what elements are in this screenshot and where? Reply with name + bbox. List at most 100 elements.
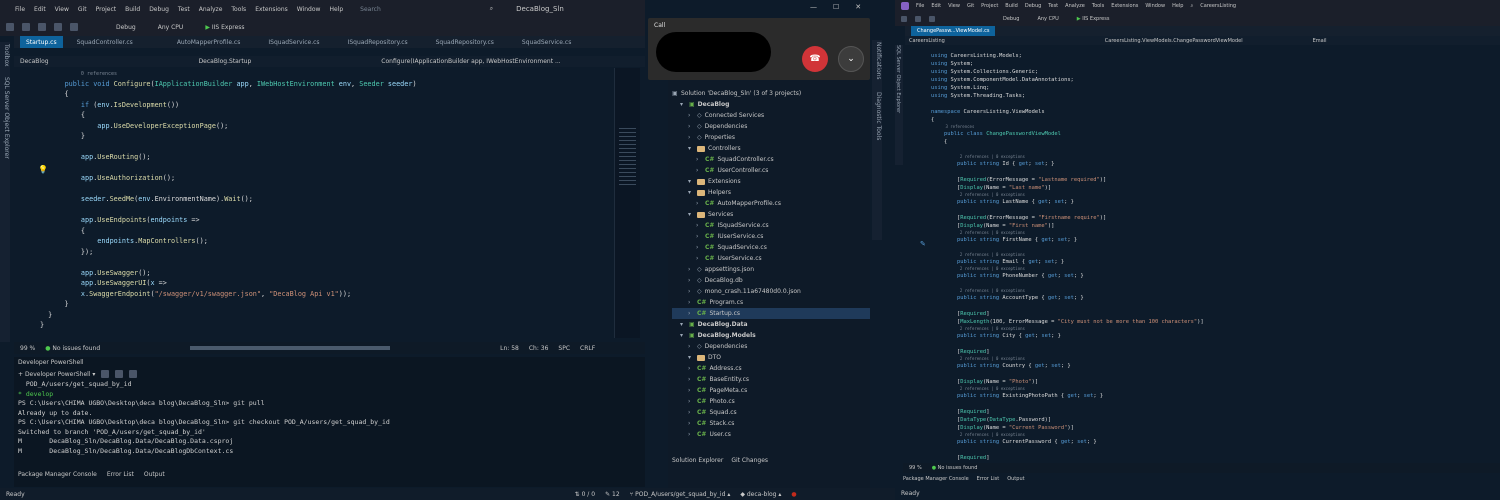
tree-item[interactable]: › C# PageMeta.cs (672, 385, 870, 396)
right-menu-extensions[interactable]: Extensions (1111, 3, 1138, 9)
tree-item[interactable]: › C# UserService.cs (672, 253, 870, 264)
menu-help[interactable]: Help (329, 6, 343, 13)
tree-item[interactable]: › C# IUserService.cs (672, 231, 870, 242)
tree-item[interactable]: ▾ Controllers (672, 143, 870, 154)
right-menu-test[interactable]: Test (1048, 3, 1058, 9)
nav-project-dropdown[interactable]: DecaBlog (20, 58, 49, 65)
right-undo-icon[interactable] (929, 16, 935, 22)
right-menu-edit[interactable]: Edit (931, 3, 941, 9)
tree-item[interactable]: › ◇ mono_crash.11a67480d0.0.json (672, 286, 870, 297)
menu-file[interactable]: File (15, 6, 25, 13)
right-nav-class[interactable]: CareersListing.ViewModels.ChangePassword… (1105, 38, 1243, 44)
tab-automapperprofile[interactable]: AutoMapperProfile.cs (177, 39, 241, 46)
tab-isquadrepository[interactable]: ISquadRepository.cs (348, 39, 408, 46)
notifications-tab[interactable]: Notifications (872, 42, 882, 80)
diagnostic-tools-tab[interactable]: Diagnostic Tools (872, 92, 882, 140)
tab-squadcontroller[interactable]: SquadController.cs (77, 39, 133, 46)
tree-item[interactable]: › ◇ DecaBlog.db (672, 275, 870, 286)
menu-window[interactable]: Window (297, 6, 321, 13)
right-zoom-level[interactable]: 99 % (909, 465, 922, 471)
save-all-icon[interactable] (54, 23, 62, 31)
right-sql-object-explorer-tab[interactable]: SQL Server Object Explorer (895, 45, 901, 113)
save-icon[interactable] (38, 23, 46, 31)
tree-item[interactable]: ▾ ▣ DecaBlog.Models (672, 330, 870, 341)
search-box[interactable]: Search (360, 6, 381, 13)
right-nav-project[interactable]: CareersListing (909, 38, 945, 44)
right-config-dropdown[interactable]: Debug (1003, 16, 1019, 22)
tree-item[interactable]: › C# SquadService.cs (672, 242, 870, 253)
terminal-output[interactable]: POD_A/users/get_squad_by_id * develop PS… (14, 380, 645, 456)
repo-selector[interactable]: ◆ deca-blog ▴ (740, 491, 781, 498)
right-tab-output[interactable]: Output (1007, 476, 1024, 482)
tree-item[interactable]: › C# Stack.cs (672, 418, 870, 429)
tree-item[interactable]: › ◇ Dependencies (672, 341, 870, 352)
right-menu-build[interactable]: Build (1005, 3, 1018, 9)
git-changes-indicator[interactable]: ⇅ 0 / 0 (575, 491, 595, 498)
right-platform-dropdown[interactable]: Any CPU (1037, 16, 1058, 22)
right-nav-member[interactable]: Email (1313, 38, 1327, 44)
right-menu-view[interactable]: View (948, 3, 960, 9)
left-code-editor[interactable]: 0 references public void Configure(IAppl… (40, 68, 600, 340)
right-tab-error-list[interactable]: Error List (977, 476, 1000, 482)
right-search-icon[interactable]: ⌕ (1190, 3, 1193, 9)
tree-item[interactable]: › C# Startup.cs (672, 308, 870, 319)
tree-item[interactable]: › C# Squad.cs (672, 407, 870, 418)
solution-root[interactable]: ▣ Solution 'DecaBlog_Sln' (3 of 3 project… (672, 88, 870, 99)
tab-package-manager-console[interactable]: Package Manager Console (18, 471, 97, 478)
menu-project[interactable]: Project (96, 6, 117, 13)
right-menu-tools[interactable]: Tools (1092, 3, 1104, 9)
issues-indicator[interactable]: ● No issues found (45, 345, 100, 352)
tab-isquadservice[interactable]: ISquadService.cs (268, 39, 319, 46)
tree-item[interactable]: ▾ DTO (672, 352, 870, 363)
menu-edit[interactable]: Edit (34, 6, 46, 13)
right-menu-debug[interactable]: Debug (1025, 3, 1041, 9)
undo-icon[interactable] (70, 23, 78, 31)
menu-test[interactable]: Test (178, 6, 190, 13)
right-issues-indicator[interactable]: ● No issues found (932, 465, 978, 471)
right-menu-window[interactable]: Window (1145, 3, 1165, 9)
end-call-button[interactable]: ☎ (802, 46, 828, 72)
tab-squadrepository[interactable]: SquadRepository.cs (436, 39, 494, 46)
tree-item[interactable]: ▾ Extensions (672, 176, 870, 187)
tab-solution-explorer[interactable]: Solution Explorer (672, 457, 723, 464)
close-icon[interactable]: ✕ (855, 3, 861, 11)
nav-class-dropdown[interactable]: DecaBlog.Startup (199, 58, 252, 65)
left-minimap[interactable] (614, 68, 640, 338)
menu-git[interactable]: Git (78, 6, 87, 13)
right-save-icon[interactable] (915, 16, 921, 22)
tree-item[interactable]: › ◇ appsettings.json (672, 264, 870, 275)
tab-startup[interactable]: Startup.cs (20, 36, 63, 48)
branch-selector[interactable]: ⑂ POD_A/users/get_squad_by_id ▴ (630, 491, 731, 498)
tree-item[interactable]: › ◇ Properties (672, 132, 870, 143)
settings-icon[interactable] (129, 370, 138, 378)
tree-item[interactable]: › C# UserController.cs (672, 165, 870, 176)
maximize-icon[interactable]: ☐ (833, 3, 839, 11)
menu-extensions[interactable]: Extensions (255, 6, 288, 13)
tree-item[interactable]: › C# User.cs (672, 429, 870, 440)
tree-item[interactable]: › C# ISquadService.cs (672, 220, 870, 231)
tab-error-list[interactable]: Error List (107, 471, 134, 478)
right-menu-help[interactable]: Help (1172, 3, 1183, 9)
right-code-editor[interactable]: using CareersListing.Models; using Syste… (931, 52, 1491, 469)
tab-squadservice[interactable]: SquadService.cs (522, 39, 571, 46)
right-tab-package-manager-console[interactable]: Package Manager Console (903, 476, 969, 482)
run-button[interactable]: ▶ IIS Express (205, 24, 244, 31)
expand-call-button[interactable]: ⌄ (838, 46, 864, 72)
tree-item[interactable]: › C# SquadController.cs (672, 154, 870, 165)
tree-item[interactable]: › C# Program.cs (672, 297, 870, 308)
solution-tree[interactable]: ▣ Solution 'DecaBlog_Sln' (3 of 3 project… (668, 88, 870, 440)
tree-item[interactable]: ▾ Services (672, 209, 870, 220)
tree-item[interactable]: › ◇ Connected Services (672, 110, 870, 121)
zoom-level[interactable]: 99 % (20, 345, 35, 352)
tree-item[interactable]: › C# AutoMapperProfile.cs (672, 198, 870, 209)
edit-pencil-icon[interactable]: ✎ (920, 240, 926, 248)
tree-item[interactable]: ▾ Helpers (672, 187, 870, 198)
tree-item[interactable]: ▾ ▣ DecaBlog (672, 99, 870, 110)
tree-item[interactable]: › ◇ Dependencies (672, 121, 870, 132)
minimize-icon[interactable]: — (810, 3, 817, 11)
tree-item[interactable]: › C# Address.cs (672, 363, 870, 374)
right-menu-file[interactable]: File (916, 3, 924, 9)
sql-object-explorer-tab[interactable]: SQL Server Object Explorer (0, 77, 10, 159)
tab-git-changes[interactable]: Git Changes (731, 457, 768, 464)
right-menu-git[interactable]: Git (967, 3, 974, 9)
